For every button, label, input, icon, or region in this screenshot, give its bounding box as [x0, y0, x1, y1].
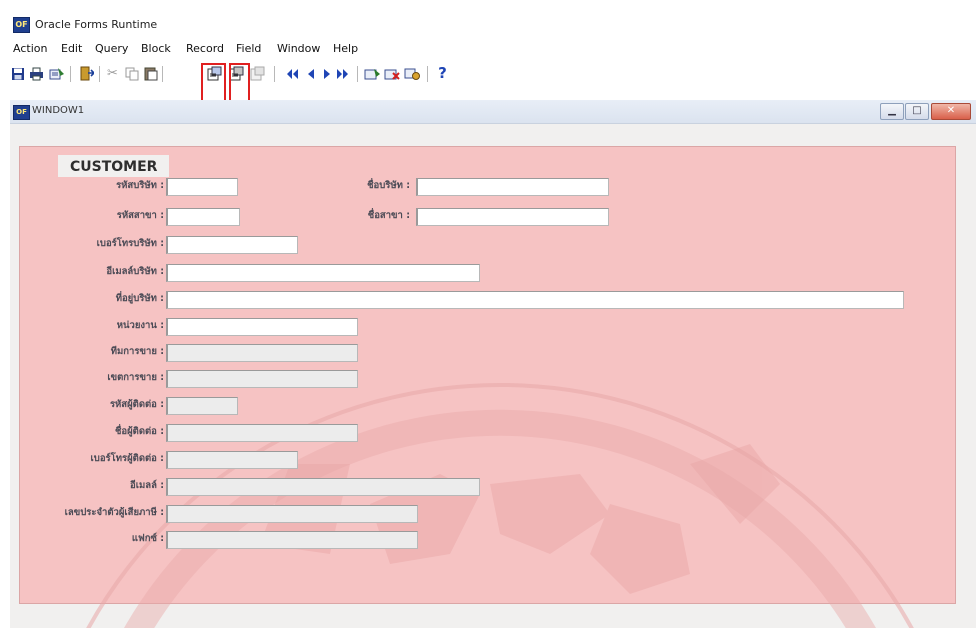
app-title-bar: OF Oracle Forms Runtime — [0, 0, 976, 46]
contact-email-label: อีเมลล์ : — [130, 480, 164, 491]
minimize-button[interactable]: ▁ — [880, 103, 904, 120]
maximize-button[interactable]: □ — [905, 103, 929, 120]
cancel-query-icon[interactable] — [384, 65, 401, 82]
enter-query-icon[interactable] — [364, 65, 381, 82]
toolbar: ✂ ? 2 3 — [0, 62, 976, 145]
sales-zone-label: เขตการขาย : — [107, 372, 164, 383]
company-address-label: ที่อยู่บริษัท : — [115, 293, 164, 304]
window-title: WINDOW1 — [32, 105, 85, 116]
tax-id-field[interactable] — [166, 505, 418, 523]
form-canvas: CUSTOMER รหัสบริษัท : ชื่อบริษัท : รหัสส… — [10, 124, 976, 628]
menu-query[interactable]: Query — [95, 42, 128, 55]
company-email-label: อีเมลล์บริษัท : — [106, 266, 164, 277]
app-title: Oracle Forms Runtime — [35, 18, 158, 31]
window-icon: OF — [13, 105, 30, 120]
company-code-label: รหัสบริษัท : — [116, 180, 164, 191]
menu-record[interactable]: Record — [186, 42, 224, 55]
company-name-label: ชื่อบริษัท : — [367, 180, 410, 191]
window-header: OF WINDOW1 ▁ □ ✕ — [10, 100, 976, 124]
contact-name-field[interactable] — [166, 424, 358, 442]
company-code-field[interactable] — [166, 178, 238, 196]
panel-title-tab: CUSTOMER — [58, 155, 170, 177]
department-label: หน่วยงาน : — [116, 320, 164, 331]
company-name-field[interactable] — [416, 178, 609, 196]
sales-zone-field[interactable] — [166, 370, 358, 388]
branch-name-label: ชื่อสาขา : — [367, 210, 410, 221]
cut-icon[interactable]: ✂ — [104, 65, 121, 82]
branch-code-label: รหัสสาขา : — [116, 210, 164, 221]
paste-icon[interactable] — [142, 65, 159, 82]
panel-title: CUSTOMER — [70, 159, 158, 175]
branch-code-field[interactable] — [166, 208, 240, 226]
contact-code-field[interactable] — [166, 397, 238, 415]
clear-form-icon[interactable] — [48, 65, 65, 82]
contact-name-label: ชื่อผู้ติดต่อ : — [114, 426, 164, 437]
fax-label: แฟกซ์ : — [131, 533, 164, 544]
oracle-forms-icon: OF — [13, 17, 30, 33]
company-email-field[interactable] — [166, 264, 480, 282]
menu-field[interactable]: Field — [236, 42, 261, 55]
sales-team-label: ทีมการขาย : — [110, 346, 164, 357]
menu-action[interactable]: Action — [13, 42, 47, 55]
department-field[interactable] — [166, 318, 358, 336]
close-button[interactable]: ✕ — [931, 103, 971, 120]
company-address-field[interactable] — [166, 291, 904, 309]
tax-id-label: เลขประจำตัวผู้เสียภาษี : — [64, 507, 164, 518]
contact-code-label: รหัสผู้ติดต่อ : — [109, 399, 164, 410]
copy-icon[interactable] — [123, 65, 140, 82]
menu-edit[interactable]: Edit — [61, 42, 82, 55]
sales-team-field[interactable] — [166, 344, 358, 362]
lock-record-icon[interactable] — [249, 65, 266, 82]
menu-help[interactable]: Help — [333, 42, 358, 55]
execute-query-icon[interactable] — [404, 65, 421, 82]
menu-bar: Action Edit Query Block Record Field Win… — [0, 42, 976, 60]
contact-phone-field[interactable] — [166, 451, 298, 469]
branch-name-field[interactable] — [416, 208, 609, 226]
last-record-icon[interactable] — [334, 65, 351, 82]
help-icon[interactable]: ? — [434, 65, 451, 82]
exit-icon[interactable] — [78, 65, 95, 82]
window1: OF WINDOW1 ▁ □ ✕ CUSTOMER รหัสบริษัท: ช… — [10, 100, 976, 628]
contact-phone-label: เบอร์โทรผู้ติดต่อ : — [90, 453, 164, 464]
save-icon[interactable] — [9, 65, 26, 82]
next-record-icon[interactable] — [318, 65, 335, 82]
first-record-icon[interactable] — [283, 65, 300, 82]
print-icon[interactable] — [28, 65, 45, 82]
fax-field[interactable] — [166, 531, 418, 549]
menu-window[interactable]: Window — [277, 42, 320, 55]
company-phone-label: เบอร์โทรบริษัท : — [96, 238, 164, 249]
previous-record-icon[interactable] — [302, 65, 319, 82]
company-phone-field[interactable] — [166, 236, 298, 254]
menu-block[interactable]: Block — [141, 42, 171, 55]
contact-email-field[interactable] — [166, 478, 480, 496]
